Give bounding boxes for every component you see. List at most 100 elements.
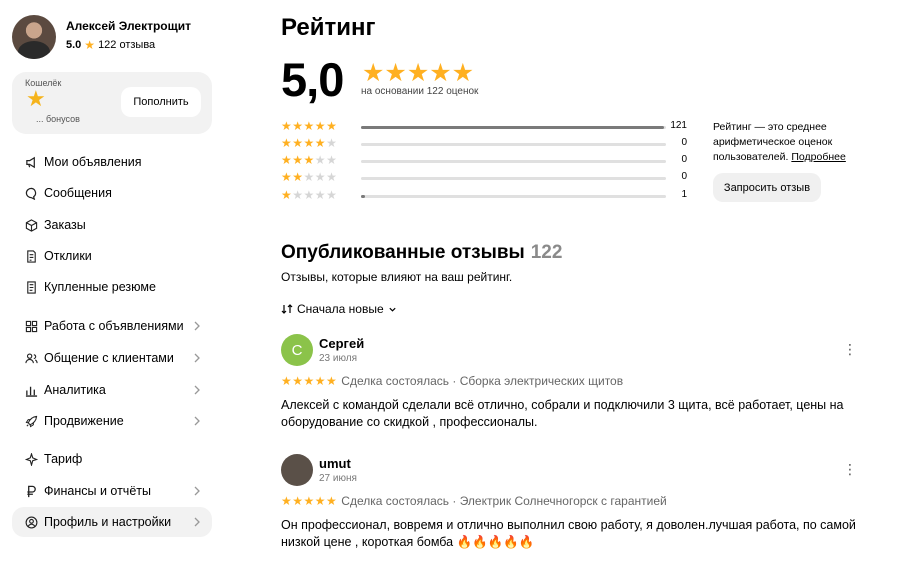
sort-dropdown[interactable]: Сначала новые [281,302,397,316]
sidebar-item-1[interactable]: Мои объявления [12,147,212,177]
sidebar-item-label: Тариф [44,452,83,466]
resume-icon [21,280,41,294]
sidebar-item-5[interactable]: Купленные резюме [12,272,212,302]
sidebar-item-label: Мои объявления [44,155,142,169]
chevron-right-icon [194,385,200,395]
distribution-count: 0 [681,171,687,182]
published-count: 122 [530,242,563,263]
document-icon [21,249,41,263]
distribution-bar [361,160,666,163]
chevron-right-icon [194,486,200,496]
distribution-row: ★★★★★ 0 [281,136,691,153]
distribution-stars: ★★★★★ [281,136,338,150]
profile-rating: 5.0 ★ 122 отзыва [66,39,155,51]
sidebar-item-label: Заказы [44,218,86,232]
sidebar-item-label: Отклики [44,249,92,263]
sidebar-item-8[interactable]: Аналитика [12,375,212,405]
distribution-bar-fill [361,195,365,198]
sidebar-item-7[interactable]: Общение с клиентами [12,343,212,373]
published-reviews-title: Опубликованные отзывы 122 [281,242,562,264]
review-date: 27 июня [319,473,357,484]
profile-name: Алексей Электрощит [66,19,192,33]
distribution-count: 0 [681,154,687,165]
review-deal-info: Сделка состоялась · Сборка электрических… [341,374,624,388]
ruble-icon [21,485,41,498]
bonus-star-icon: ★ [26,86,46,111]
chart-icon [21,384,41,397]
sidebar-item-label: Профиль и настройки [44,515,172,529]
sidebar: Алексей Электрощит 5.0 ★ 122 отзыва Коше… [0,0,225,571]
sidebar-item-11[interactable]: Финансы и отчёты [12,476,212,506]
sidebar-item-3[interactable]: Заказы [12,210,212,240]
reviewer-avatar[interactable]: С [281,334,313,366]
distribution-bar [361,143,666,146]
people-icon [21,352,41,365]
rocket-icon [21,415,41,428]
distribution-count: 1 [681,189,687,200]
request-review-button[interactable]: Запросить отзыв [713,173,821,202]
sidebar-item-4[interactable]: Отклики [12,241,212,271]
distribution-row: ★★★★★ 121 [281,119,691,136]
sidebar-item-2[interactable]: Сообщения [12,178,212,208]
avatar[interactable] [12,15,56,59]
sort-icon [281,304,293,314]
chevron-right-icon [194,321,200,331]
sidebar-item-10[interactable]: Тариф [12,444,212,474]
page-title: Рейтинг [281,14,376,41]
more-options-icon[interactable]: ⋮ [843,342,857,356]
more-link[interactable]: Подробнее [791,151,845,163]
distribution-row: ★★★★★ 0 [281,170,691,187]
top-up-button[interactable]: Пополнить [121,87,201,117]
sidebar-item-label: Сообщения [44,186,112,200]
sidebar-item-6[interactable]: Работа с объявлениями [12,311,212,341]
published-title-text: Опубликованные отзывы [281,242,525,263]
distribution-stars: ★★★★★ [281,188,338,202]
distribution-stars: ★★★★★ [281,119,338,133]
rating-stars: ★★★★★ [362,59,475,87]
review-text: Он профессионал, вовремя и отлично выпол… [281,518,856,549]
review-date: 23 июля [319,353,358,364]
profile-reviews-count: 122 отзыва [98,39,156,51]
grid-icon [21,320,41,333]
megaphone-icon [21,156,41,169]
reviewer-name[interactable]: umut [319,456,351,471]
sparkle-icon [21,452,41,466]
star-icon: ★ [84,38,96,52]
chevron-right-icon [194,517,200,527]
sidebar-item-label: Купленные резюме [44,280,156,294]
avatar-letter: С [291,341,303,359]
sidebar-item-label: Финансы и отчёты [44,484,151,498]
distribution-count: 121 [670,120,687,131]
chevron-down-icon [389,307,396,312]
chevron-right-icon [194,353,200,363]
sidebar-item-label: Общение с клиентами [44,351,174,365]
sidebar-item-label: Работа с объявлениями [44,319,184,333]
review-deal-info: Сделка состоялась · Электрик Солнечногор… [341,494,667,508]
wallet-card[interactable]: Кошелёк ★ ... бонусов Пополнить [12,72,212,134]
distribution-bar [361,177,666,180]
reviewer-name[interactable]: Сергей [319,336,364,351]
sidebar-item-12[interactable]: Профиль и настройки [12,507,212,537]
review-text: Алексей с командой сделали всё отлично, … [281,398,844,429]
distribution-stars: ★★★★★ [281,153,338,167]
main-content: Рейтинг 5,0 ★★★★★ на основании 122 оцено… [281,0,891,571]
reviewer-avatar[interactable] [281,454,313,486]
sidebar-item-label: Аналитика [44,383,106,397]
review-stars: ★★★★★ [281,374,338,388]
distribution-row: ★★★★★ 0 [281,153,691,170]
distribution-bar [361,195,666,198]
rating-score: 5,0 [281,53,344,106]
sidebar-item-9[interactable]: Продвижение [12,406,212,436]
more-options-icon[interactable]: ⋮ [843,462,857,476]
review-stars: ★★★★★ [281,494,338,508]
chevron-right-icon [194,416,200,426]
profile-header[interactable]: Алексей Электрощит 5.0 ★ 122 отзыва [12,15,222,61]
review-meta: ★★★★★ Сделка состоялась · Сборка электрич… [281,374,623,388]
chat-icon [21,187,41,200]
wallet-bonus: ... бонусов [36,114,80,124]
rating-note: Рейтинг — это среднее арифметическое оце… [713,120,873,165]
sidebar-item-label: Продвижение [44,414,124,428]
user-icon [21,516,41,529]
published-subtitle: Отзывы, которые влияют на ваш рейтинг. [281,270,513,284]
box-icon [21,218,41,232]
